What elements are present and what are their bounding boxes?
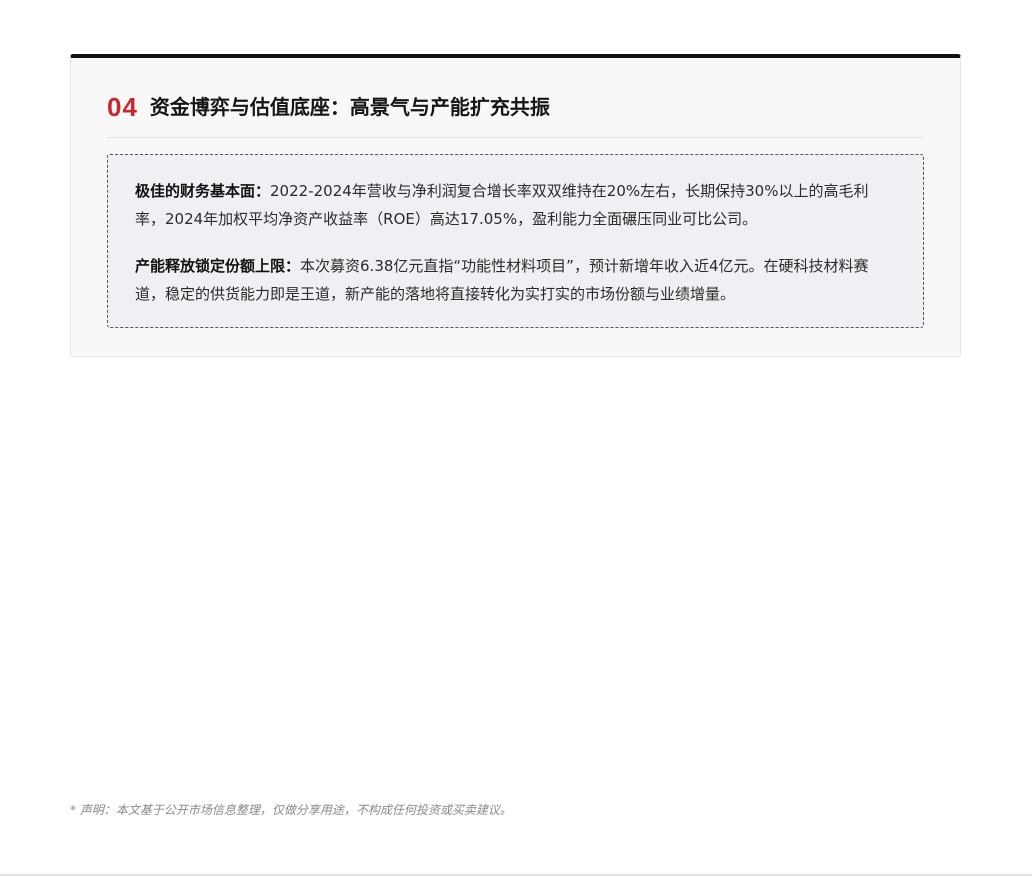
section-header: 04 资金博弈与估值底座：高景气与产能扩充共振 xyxy=(107,92,924,138)
bottom-divider xyxy=(0,874,1032,876)
disclaimer-note: * 声明：本文基于公开市场信息整理，仅做分享用途，不构成任何投资或买卖建议。 xyxy=(70,803,512,817)
section-title: 资金博弈与估值底座：高景气与产能扩充共振 xyxy=(149,95,550,119)
key-points-box: 极佳的财务基本面：2022-2024年营收与净利润复合增长率双双维持在20%左右… xyxy=(107,154,924,328)
point-lead: 极佳的财务基本面： xyxy=(135,182,271,200)
section-number: 04 xyxy=(107,92,138,122)
point-lead: 产能释放锁定份额上限： xyxy=(135,257,301,275)
point-capacity: 产能释放锁定份额上限：本次募资6.38亿元直指“功能性材料项目”，预计新增年收入… xyxy=(135,252,897,308)
point-financials: 极佳的财务基本面：2022-2024年营收与净利润复合增长率双双维持在20%左右… xyxy=(135,177,897,233)
section-card: 04 资金博弈与估值底座：高景气与产能扩充共振 极佳的财务基本面：2022-20… xyxy=(70,54,961,357)
